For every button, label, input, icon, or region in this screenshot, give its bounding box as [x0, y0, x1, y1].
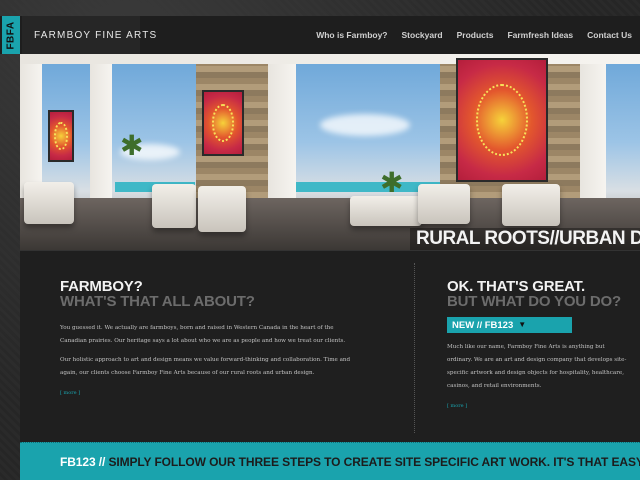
palm-tree: ✱ [380, 167, 404, 198]
nav-item-contact-us[interactable]: Contact Us [587, 30, 632, 40]
logo-text: FBFA [5, 20, 17, 50]
planter-box [350, 196, 422, 226]
artwork-panel [456, 58, 548, 182]
column-divider [414, 263, 415, 433]
intro-column: FARMBOY? WHAT'S THAT ALL ABOUT? You gues… [60, 279, 360, 399]
hero-tagline: RURAL ROOTS//URBAN DESIG [410, 228, 640, 250]
banner-message: SIMPLY FOLLOW OUR THREE STEPS TO CREATE … [105, 454, 640, 469]
intro-heading: FARMBOY? [60, 278, 143, 295]
nav-item-products[interactable]: Products [457, 30, 494, 40]
nav-item-stockyard[interactable]: Stockyard [402, 30, 443, 40]
services-subheading: BUT WHAT DO YOU DO? [447, 293, 621, 310]
logo[interactable]: FBFA [2, 16, 20, 54]
nav-item-who-is-farmboy[interactable]: Who is Farmboy? [316, 30, 387, 40]
content-area: FARMBOY? WHAT'S THAT ALL ABOUT? You gues… [20, 250, 640, 442]
intro-paragraph: Our holistic approach to art and design … [60, 357, 351, 376]
nav-item-farmfresh-ideas[interactable]: Farmfresh Ideas [507, 30, 573, 40]
site-header: FBFA FARMBOY FINE ARTS Who is Farmboy? S… [0, 16, 640, 54]
lounge-chair [24, 182, 74, 224]
lounge-chair [502, 184, 560, 226]
arrow-down-icon: ▼ [518, 320, 527, 329]
services-more-link[interactable]: [ more ] [447, 403, 467, 409]
banner-text: FB123 // SIMPLY FOLLOW OUR THREE STEPS T… [60, 455, 640, 469]
artwork-panel [48, 110, 74, 162]
artwork-panel [202, 90, 244, 156]
services-heading: OK. THAT'S GREAT. [447, 278, 585, 295]
main-nav: Who is Farmboy? Stockyard Products Farmf… [316, 16, 632, 54]
services-paragraph: Much like our name, Farmboy Fine Arts is… [447, 344, 627, 389]
brand-block[interactable]: FARMBOY FINE ARTS [22, 16, 156, 54]
lounge-chair [198, 186, 246, 232]
services-column: OK. THAT'S GREAT. BUT WHAT DO YOU DO? NE… [447, 279, 627, 412]
lounge-chair [418, 184, 470, 224]
palm-tree: ✱ [120, 130, 144, 161]
intro-subheading: WHAT'S THAT ALL ABOUT? [60, 293, 255, 310]
banner-highlight: FB123 // [60, 454, 106, 469]
lounge-chair [152, 184, 196, 228]
brand-name: FARMBOY FINE ARTS [34, 29, 158, 41]
new-fb123-label: NEW // FB123 [452, 319, 514, 331]
cloud [320, 114, 410, 136]
fb123-banner[interactable]: FB123 // SIMPLY FOLLOW OUR THREE STEPS T… [20, 442, 640, 480]
hero-image: ✱ ✱ RURAL ROOTS//URBAN DESIG [20, 54, 640, 250]
intro-paragraph: You guessed it. We actually are farmboys… [60, 325, 346, 344]
intro-more-link[interactable]: [ more ] [60, 390, 80, 396]
new-fb123-button[interactable]: NEW // FB123 ▼ [447, 317, 572, 333]
